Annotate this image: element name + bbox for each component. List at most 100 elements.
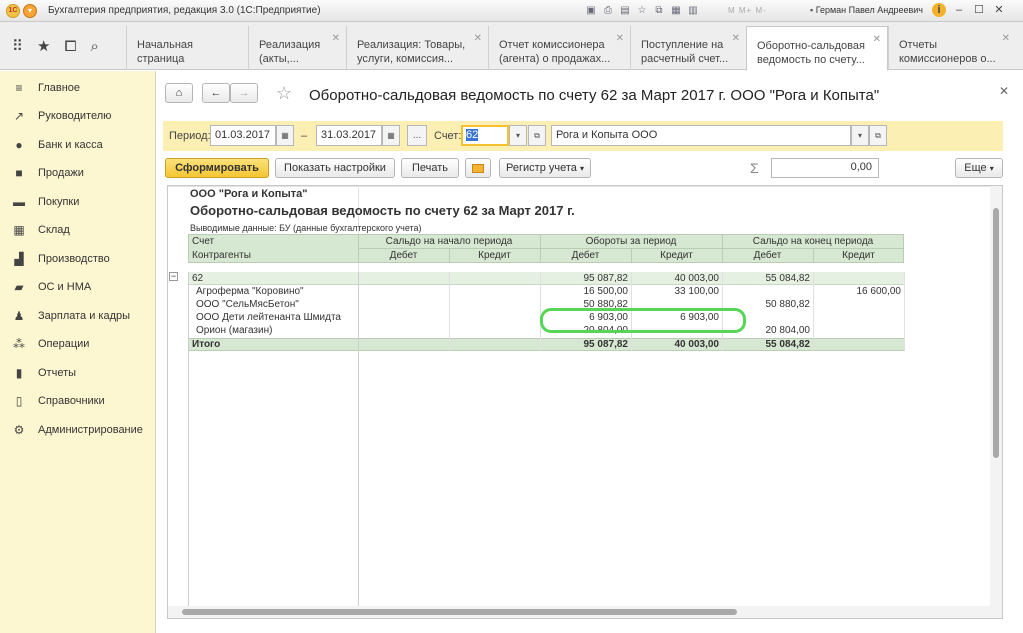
sum-icon: Σ [750, 160, 759, 176]
report-title: Оборотно-сальдовая ведомость по счету 62… [190, 203, 575, 218]
open-account-icon[interactable]: ⧉ [528, 125, 546, 146]
coin-icon: ● [15, 138, 23, 152]
table-row[interactable]: ООО Дети лейтенанта Шмидта [196, 312, 341, 324]
table-row[interactable]: Агроферма "Коровино" [196, 286, 304, 298]
tab-close-icon[interactable]: ✕ [332, 32, 340, 46]
envelope-icon [472, 163, 484, 173]
favorite-star-icon[interactable]: ☆ [276, 83, 292, 104]
close-form-icon[interactable]: ✕ [999, 84, 1009, 98]
1c-logo-icon: 1С [6, 4, 20, 18]
collapse-icon[interactable]: − [169, 272, 178, 281]
favorites-icon[interactable]: ☆ [635, 4, 649, 18]
person-icon: ♟ [13, 309, 25, 323]
tab-trial-balance[interactable]: Оборотно-сальдовая ведомость по счету...… [746, 26, 888, 71]
history-icon[interactable]: ▦ [669, 4, 683, 18]
sidebar-item-bank[interactable]: ● Банк и касса [0, 132, 156, 158]
open-organization-icon[interactable]: ⧉ [869, 125, 887, 146]
tab-sales-goods[interactable]: Реализация: Товары, услуги, комиссия... ✕ [346, 26, 488, 70]
report-sheet[interactable]: ООО "Рога и Копыта" Оборотно-сальдовая в… [167, 185, 1003, 619]
sidebar-item-sales[interactable]: ■ Продажи [0, 160, 156, 186]
tab-close-icon[interactable]: ✕ [1002, 32, 1010, 46]
tab-home[interactable]: Начальная страница [126, 26, 242, 70]
print-button[interactable]: Печать [401, 158, 459, 178]
save-icon[interactable]: ▣ [584, 4, 598, 18]
sidebar-item-manager[interactable]: ↗ Руководителю [0, 103, 156, 129]
trend-icon: ↗ [13, 109, 25, 123]
account-input[interactable]: 62 [461, 125, 509, 146]
chart-icon: ▮ [15, 366, 23, 380]
print-icon[interactable]: ⎙ [601, 4, 615, 18]
tab-close-icon[interactable]: ✕ [732, 32, 740, 46]
sidebar-item-warehouse[interactable]: ▦ Склад [0, 217, 156, 243]
period-select-button[interactable]: ... [407, 125, 427, 146]
horizontal-scrollbar[interactable] [168, 606, 992, 618]
window-titlebar: 1С ▾ Бухгалтерия предприятия, редакция 3… [0, 0, 1023, 22]
close-icon[interactable]: ✕ [992, 3, 1006, 17]
tab-commission-report[interactable]: Отчет комиссионера (агента) о продажах..… [488, 26, 630, 70]
calendar-icon[interactable]: ▦ [276, 125, 294, 146]
home-button[interactable]: ⌂ [165, 83, 193, 103]
search-icon[interactable]: ⌕ [90, 38, 98, 55]
back-button[interactable]: ← [202, 83, 230, 103]
more-button[interactable]: Еще ▾ [955, 158, 1003, 178]
sidebar-item-salary[interactable]: ♟ Зарплата и кадры [0, 303, 156, 329]
date-from-input[interactable]: 01.03.2017 [210, 125, 276, 146]
filter-bar: Период: 01.03.2017 ▦ – 31.03.2017 ▦ ... … [163, 121, 1003, 151]
cart-icon: ▬ [13, 195, 25, 209]
email-button[interactable] [465, 158, 491, 178]
sidebar-item-main[interactable]: ≡ Главное [0, 75, 156, 101]
tab-close-icon[interactable]: ✕ [616, 32, 624, 46]
favorites-star-icon[interactable]: ★ [37, 37, 50, 55]
sum-field: 0,00 [771, 158, 879, 178]
calculator-icon[interactable]: ▥ [686, 4, 700, 18]
maximize-icon[interactable]: ☐ [972, 3, 986, 17]
memory-buttons[interactable]: M M+ M- [728, 6, 767, 15]
header-turnover: Обороты за период [585, 236, 677, 247]
main-content: ⌂ ← → ☆ Оборотно-сальдовая ведомость по … [157, 71, 1023, 633]
header-credit: Кредит [842, 250, 875, 261]
chevron-down-icon: ▾ [989, 164, 994, 173]
sidebar-item-purchases[interactable]: ▬ Покупки [0, 189, 156, 215]
tab-sales-acts[interactable]: Реализация (акты,... ✕ [248, 26, 346, 70]
sidebar: ≡ Главное ↗ Руководителю ● Банк и касса ■ Пр… [0, 71, 156, 633]
calendar-icon[interactable]: ▦ [382, 125, 400, 146]
preview-icon[interactable]: ▤ [618, 4, 632, 18]
sidebar-item-reports[interactable]: ▮ Отчеты [0, 360, 156, 386]
factory-icon: ▟ [14, 252, 24, 266]
account-dropdown-icon[interactable]: ▾ [509, 125, 527, 146]
date-to-input[interactable]: 31.03.2017 [316, 125, 382, 146]
period-dash: – [301, 130, 308, 142]
vertical-scrollbar[interactable] [990, 186, 1002, 618]
sidebar-item-admin[interactable]: ⚙ Администрирование [0, 417, 156, 443]
generate-button[interactable]: Сформировать [165, 158, 269, 178]
sidebar-item-catalogs[interactable]: ▯ Справочники [0, 388, 156, 414]
apps-grid-icon[interactable]: ⠿ [12, 37, 23, 55]
minimize-icon[interactable]: – [952, 3, 966, 17]
info-icon[interactable]: i [932, 3, 946, 17]
header-account: Счет [192, 236, 215, 247]
tab-commission-reports[interactable]: Отчеты комиссионеров о... ✕ [888, 26, 1016, 70]
tab-close-icon[interactable]: ✕ [474, 32, 482, 46]
forward-button[interactable]: → [230, 83, 258, 103]
menu-icon: ≡ [15, 81, 23, 95]
sidebar-item-production[interactable]: ▟ Производство [0, 246, 156, 272]
main-menu-icon[interactable]: ▾ [23, 4, 37, 18]
sidebar-item-operations[interactable]: ⁂ Операции [0, 331, 156, 357]
account-label: Счет: [434, 130, 462, 142]
tab-close-icon[interactable]: ✕ [873, 33, 881, 47]
table-row[interactable]: Орион (магазин) [196, 325, 272, 337]
table-row[interactable]: ООО "СельМясБетон" [196, 299, 299, 311]
history-icon[interactable]: ⧠ [64, 38, 76, 55]
tab-bank-receipt[interactable]: Поступление на расчетный счет... ✕ [630, 26, 746, 70]
report-output: Выводимые данные: БУ (данные бухгалтерск… [190, 223, 422, 233]
sidebar-item-assets[interactable]: ▰ ОС и НМА [0, 274, 156, 300]
organization-dropdown-icon[interactable]: ▾ [851, 125, 869, 146]
show-settings-button[interactable]: Показать настройки [275, 158, 395, 178]
register-button[interactable]: Регистр учета ▾ [499, 158, 591, 178]
link-icon[interactable]: ⧉ [652, 4, 666, 18]
grid-icon: ▦ [13, 223, 25, 237]
truck-icon: ▰ [14, 280, 24, 294]
organization-input[interactable]: Рога и Копыта ООО [551, 125, 851, 146]
user-name[interactable]: Герман Павел Андреевич [816, 5, 923, 15]
header-debit: Дебет [389, 250, 418, 261]
